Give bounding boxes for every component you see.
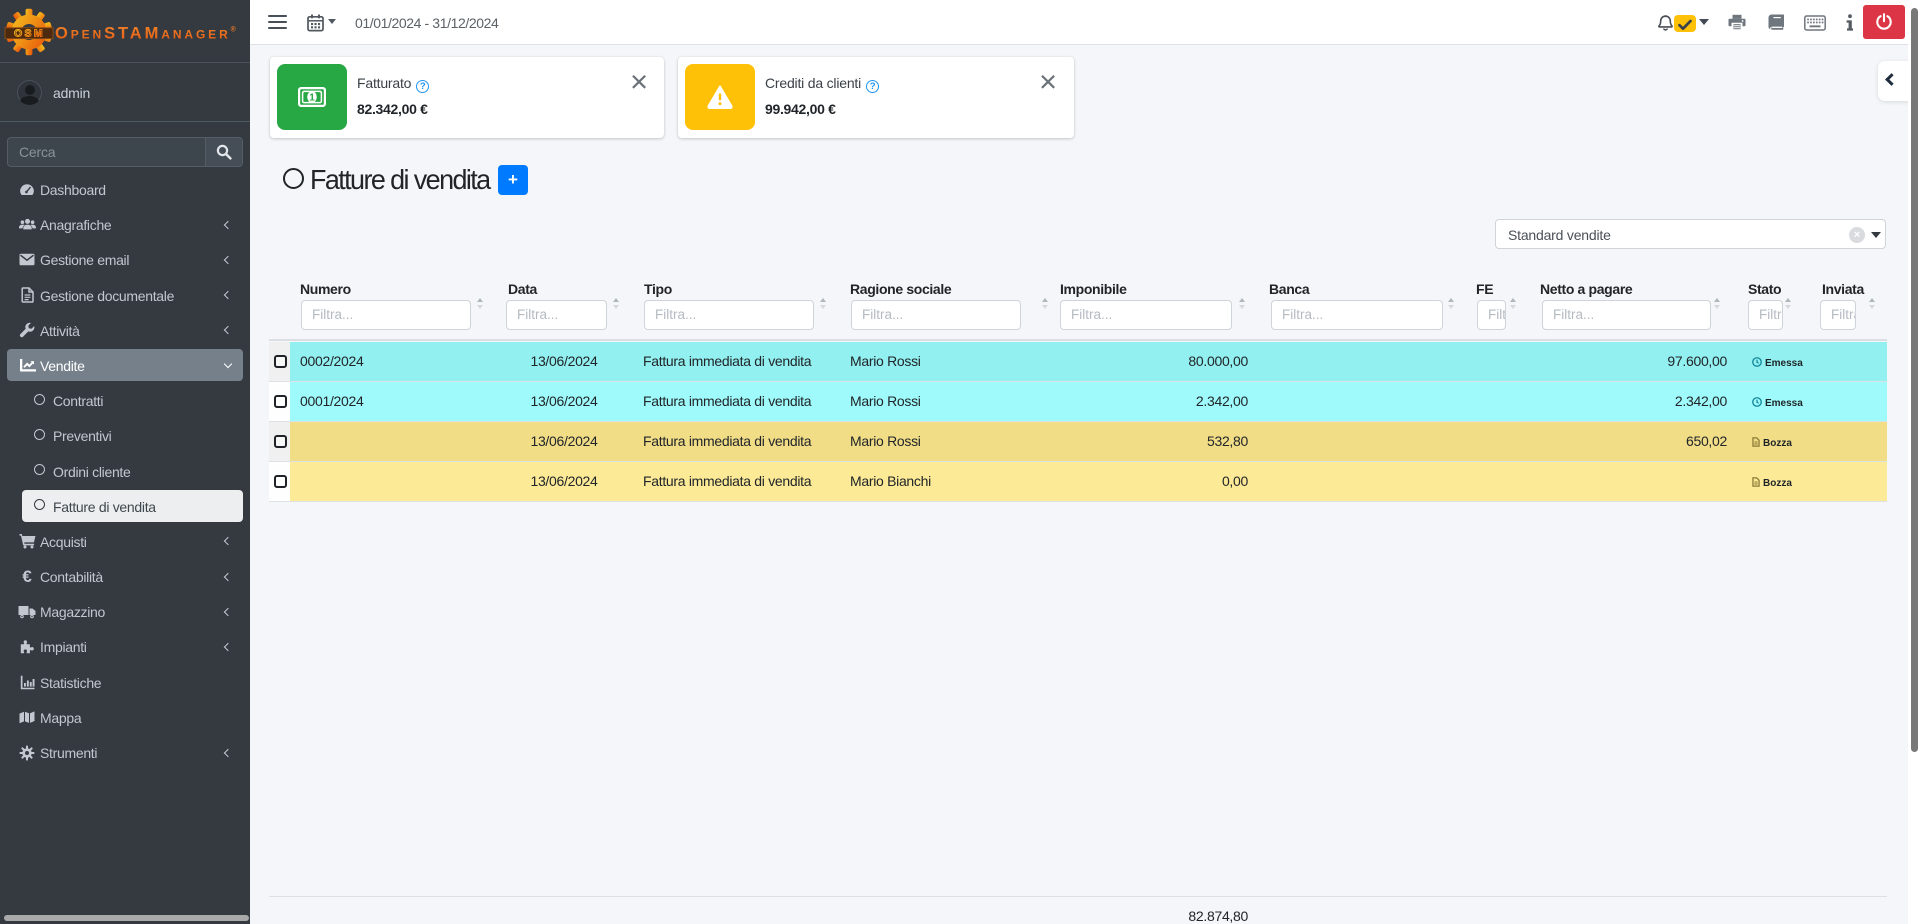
svg-text:OPENSTAMANAGER®: OPENSTAMANAGER® [55, 25, 239, 43]
svg-text:1: 1 [309, 93, 315, 104]
svg-text:OSM: OSM [14, 28, 45, 40]
